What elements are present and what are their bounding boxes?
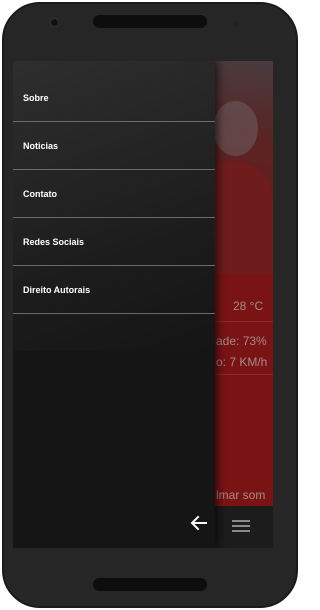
drawer-item-noticias[interactable]: Noticias: [13, 122, 215, 170]
phone-frame: 28 °C ade: 73% o: 7 KM/h lmar som Sobre …: [0, 0, 300, 610]
drawer-item-redes-sociais[interactable]: Redes Sociais: [13, 218, 215, 266]
proximity-sensor: [233, 21, 239, 27]
front-camera: [50, 18, 59, 27]
arrow-left-icon[interactable]: [189, 513, 209, 533]
temperature-value: 28 °C: [233, 299, 264, 313]
drawer-item-label: Sobre: [23, 92, 49, 103]
drawer-item-contato[interactable]: Contato: [13, 170, 215, 218]
navigation-drawer: Sobre Noticias Contato Redes Sociais Dir…: [13, 61, 215, 548]
sound-toggle-label[interactable]: lmar som: [216, 488, 265, 502]
humidity-value: ade: 73%: [216, 334, 267, 348]
screen: 28 °C ade: 73% o: 7 KM/h lmar som Sobre …: [13, 61, 273, 548]
hero-person-head: [213, 101, 258, 156]
drawer-item-sobre[interactable]: Sobre: [13, 74, 215, 122]
drawer-item-label: Contato: [23, 188, 57, 199]
drawer-item-label: Redes Sociais: [23, 236, 85, 247]
earpiece-speaker: [93, 15, 207, 28]
drawer-item-label: Direito Autorais: [23, 284, 91, 295]
drawer-item-direito-autorais[interactable]: Direito Autorais: [13, 266, 215, 314]
drawer-item-label: Noticias: [23, 140, 59, 151]
bottom-speaker: [93, 578, 207, 591]
hamburger-menu-icon[interactable]: [232, 520, 250, 532]
wind-value: o: 7 KM/h: [216, 355, 268, 369]
